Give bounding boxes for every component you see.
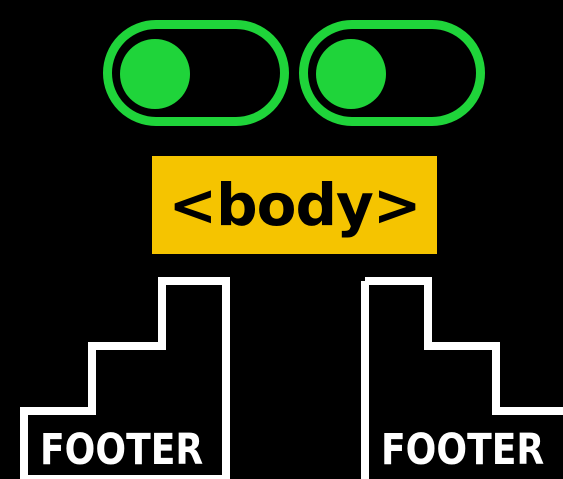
right-footer-label: FOOTER xyxy=(381,425,545,475)
illustration-canvas: <body> FOOTER FOOTER xyxy=(0,0,563,479)
feet-outlines xyxy=(20,277,563,479)
left-footer-label: FOOTER xyxy=(40,425,204,475)
